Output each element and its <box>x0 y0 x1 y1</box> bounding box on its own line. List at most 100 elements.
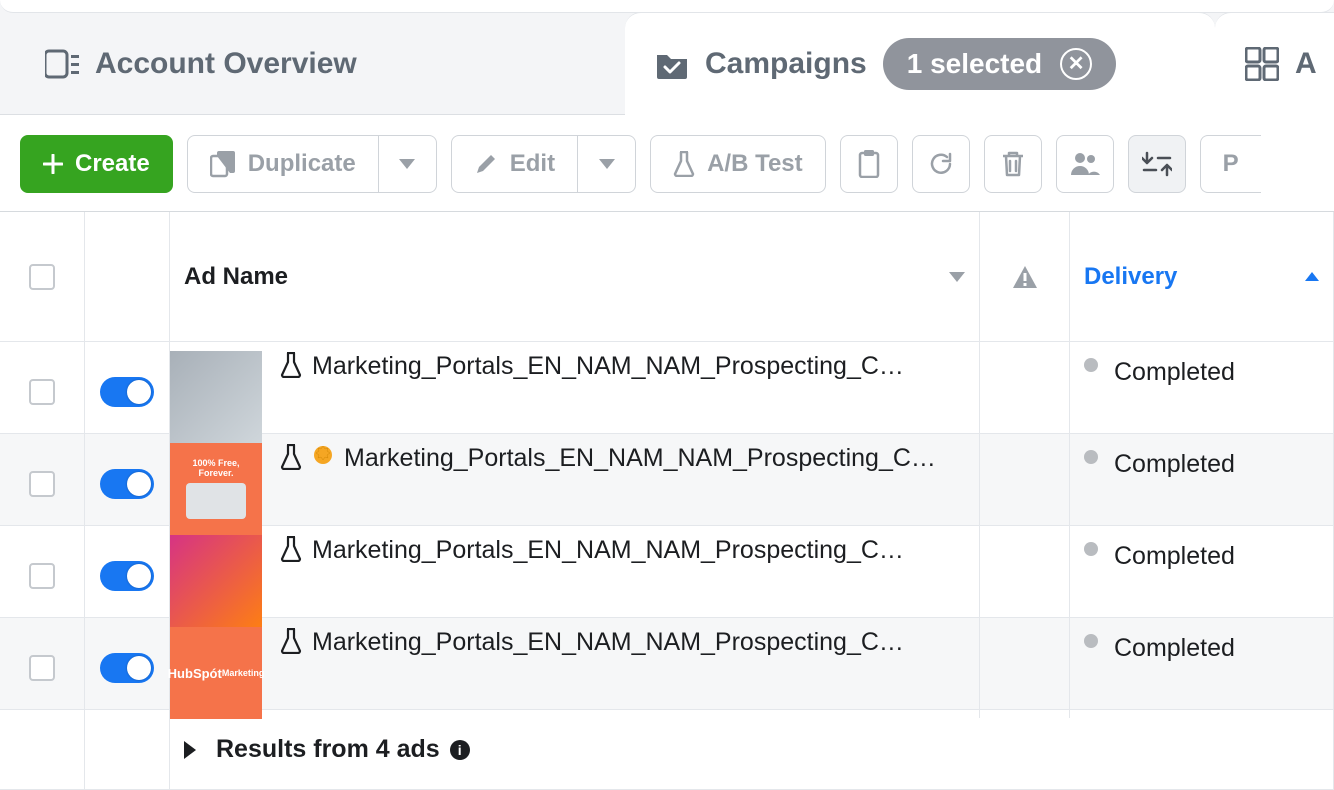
header-delivery[interactable]: Delivery <box>1070 212 1334 341</box>
row-checkbox-cell <box>0 342 85 442</box>
status-text: Completed <box>1114 450 1235 479</box>
preview-button[interactable]: P <box>1200 135 1261 193</box>
duplicate-button-group: Duplicate <box>187 135 437 193</box>
status-text: Completed <box>1114 634 1235 663</box>
flask-icon <box>280 352 312 383</box>
create-button[interactable]: Create <box>20 135 173 193</box>
ad-thumbnail <box>170 351 262 443</box>
refresh-button[interactable] <box>912 135 970 193</box>
row-toggle[interactable] <box>100 561 154 591</box>
status-dot-icon <box>1084 358 1098 372</box>
tab-campaigns-label: Campaigns <box>705 47 867 81</box>
row-checkbox[interactable] <box>29 563 55 589</box>
edit-button-label: Edit <box>510 150 555 178</box>
table-row: Marketing_Portals_EN_NAM_NAM_Prospecting… <box>0 342 1334 434</box>
duplicate-icon <box>210 150 236 178</box>
toolbar: Create Duplicate Edit A/B Test P <box>0 115 1334 211</box>
close-icon[interactable]: ✕ <box>1060 48 1092 80</box>
edit-button-group: Edit <box>451 135 636 193</box>
status-dot-icon <box>1084 450 1098 464</box>
overview-icon <box>45 49 79 79</box>
row-adname-cell[interactable]: Marketing_Portals_EN_NAM_NAM_Prospecting… <box>170 526 980 626</box>
row-delivery-cell: Completed <box>1070 434 1334 534</box>
table-row: 100% Free, Forever.Marketing_Portals_EN_… <box>0 434 1334 526</box>
ad-thumbnail: 100% Free, Forever. <box>170 443 262 535</box>
header-adname[interactable]: Ad Name <box>170 212 980 341</box>
row-delivery-cell: Completed <box>1070 342 1334 442</box>
folder-check-icon <box>655 49 689 79</box>
ad-thumbnail: HubSpótMarketing <box>170 627 262 719</box>
selected-count-label: 1 selected <box>907 48 1042 80</box>
header-warning[interactable] <box>980 212 1070 341</box>
abtest-button[interactable]: A/B Test <box>650 135 826 193</box>
ads-table: Ad Name Delivery Marketing_Portals_EN_NA… <box>0 211 1334 790</box>
flask-icon <box>280 536 312 567</box>
row-checkbox[interactable] <box>29 655 55 681</box>
trash-icon <box>1001 150 1025 178</box>
table-footer-row: Results from 4 ads i <box>0 710 1334 790</box>
export-button[interactable] <box>1128 135 1186 193</box>
ad-name-text: Marketing_Portals_EN_NAM_NAM_Prospecting… <box>312 628 912 657</box>
audience-button[interactable] <box>1056 135 1114 193</box>
row-toggle-cell <box>85 342 170 442</box>
pencil-icon <box>474 152 498 176</box>
row-toggle[interactable] <box>100 653 154 683</box>
table-row: HubSpótMarketingMarketing_Portals_EN_NAM… <box>0 618 1334 710</box>
tab-account-overview[interactable]: Account Overview <box>15 12 625 115</box>
chevron-down-icon <box>949 272 965 282</box>
row-warning-cell <box>980 526 1070 626</box>
gold-badge-icon <box>312 444 344 471</box>
row-toggle[interactable] <box>100 377 154 407</box>
tab-adsets[interactable]: A <box>1215 12 1334 115</box>
results-summary[interactable]: Results from 4 ads i <box>170 710 1334 789</box>
row-checkbox[interactable] <box>29 379 55 405</box>
warning-icon <box>1011 264 1039 290</box>
info-icon[interactable]: i <box>450 740 470 760</box>
duplicate-button-label: Duplicate <box>248 150 356 178</box>
duplicate-dropdown[interactable] <box>379 135 437 193</box>
preview-button-label: P <box>1223 150 1239 178</box>
row-checkbox-cell <box>0 526 85 626</box>
row-checkbox[interactable] <box>29 471 55 497</box>
selected-count-pill[interactable]: 1 selected ✕ <box>883 38 1116 90</box>
tab-account-overview-label: Account Overview <box>95 47 357 81</box>
refresh-icon <box>928 151 954 177</box>
table-row: Marketing_Portals_EN_NAM_NAM_Prospecting… <box>0 526 1334 618</box>
duplicate-button[interactable]: Duplicate <box>187 135 379 193</box>
plus-icon <box>43 154 63 174</box>
row-adname-cell[interactable]: 100% Free, Forever. Marketing_Portals_EN_… <box>170 434 980 534</box>
header-toggle-cell <box>85 212 170 341</box>
people-icon <box>1070 151 1100 177</box>
table-header-row: Ad Name Delivery <box>0 212 1334 342</box>
row-toggle-cell <box>85 618 170 718</box>
flask-icon <box>280 444 312 475</box>
chevron-up-icon <box>1305 272 1319 281</box>
ad-name-text: Marketing_Portals_EN_NAM_NAM_Prospecting… <box>344 444 944 473</box>
chevron-down-icon <box>599 159 615 169</box>
row-adname-cell[interactable]: Marketing_Portals_EN_NAM_NAM_Prospecting… <box>170 342 980 442</box>
select-all-checkbox[interactable] <box>29 264 55 290</box>
row-checkbox-cell <box>0 618 85 718</box>
edit-button[interactable]: Edit <box>451 135 578 193</box>
flask-icon <box>673 151 695 177</box>
export-icon <box>1142 151 1172 177</box>
row-checkbox-cell <box>0 434 85 534</box>
row-toggle[interactable] <box>100 469 154 499</box>
abtest-button-label: A/B Test <box>707 150 803 178</box>
clipboard-button[interactable] <box>840 135 898 193</box>
row-warning-cell <box>980 342 1070 442</box>
row-warning-cell <box>980 618 1070 718</box>
row-warning-cell <box>980 434 1070 534</box>
top-tabs: Account Overview Campaigns 1 selected ✕ … <box>0 0 1334 115</box>
header-adname-label: Ad Name <box>184 263 288 291</box>
row-toggle-cell <box>85 434 170 534</box>
delete-button[interactable] <box>984 135 1042 193</box>
row-adname-cell[interactable]: HubSpótMarketing Marketing_Portals_EN_NAM… <box>170 618 980 718</box>
grid-icon <box>1245 47 1279 81</box>
row-delivery-cell: Completed <box>1070 526 1334 626</box>
ad-name-text: Marketing_Portals_EN_NAM_NAM_Prospecting… <box>312 536 912 565</box>
tab-campaigns[interactable]: Campaigns 1 selected ✕ <box>625 12 1215 115</box>
row-toggle-cell <box>85 526 170 626</box>
status-text: Completed <box>1114 542 1235 571</box>
edit-dropdown[interactable] <box>578 135 636 193</box>
